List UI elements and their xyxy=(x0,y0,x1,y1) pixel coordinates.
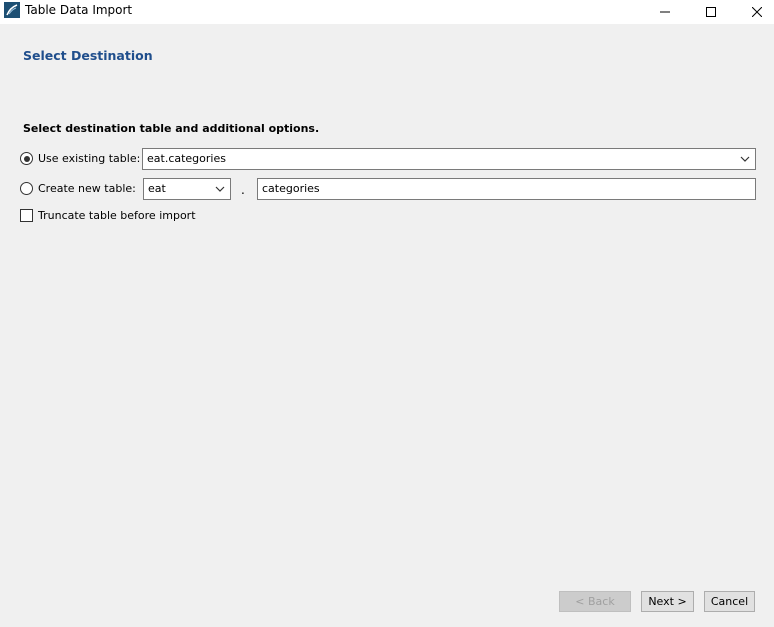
minimize-icon xyxy=(660,11,670,13)
close-button[interactable] xyxy=(734,0,774,24)
instructions-text: Select destination table and additional … xyxy=(23,122,320,135)
truncate-table-label[interactable]: Truncate table before import xyxy=(38,209,196,223)
next-button[interactable]: Next > xyxy=(641,591,694,612)
table-data-import-window: Table Data Import Select Destination Sel… xyxy=(0,0,774,627)
schema-value: eat xyxy=(148,182,166,195)
minimize-button[interactable] xyxy=(642,0,688,24)
schema-select[interactable]: eat xyxy=(143,178,231,200)
create-new-table-radio[interactable] xyxy=(20,182,33,195)
create-new-table-label[interactable]: Create new table: xyxy=(38,182,136,196)
new-table-name-input[interactable]: categories xyxy=(257,178,756,200)
existing-table-select[interactable]: eat.categories xyxy=(142,148,756,170)
title-bar[interactable]: Table Data Import xyxy=(0,0,774,24)
maximize-button[interactable] xyxy=(688,0,734,24)
back-button[interactable]: < Back xyxy=(559,591,631,612)
close-icon xyxy=(752,7,762,17)
use-existing-table-label[interactable]: Use existing table: xyxy=(38,152,140,166)
schema-table-separator: . xyxy=(241,183,245,197)
use-existing-table-radio[interactable] xyxy=(20,152,33,165)
new-table-name-value: categories xyxy=(262,182,320,195)
existing-table-value: eat.categories xyxy=(147,152,226,165)
window-title: Table Data Import xyxy=(25,3,133,17)
maximize-icon xyxy=(706,7,716,17)
cancel-button[interactable]: Cancel xyxy=(704,591,755,612)
chevron-down-icon xyxy=(215,186,225,192)
chevron-down-icon xyxy=(740,156,750,162)
mysql-workbench-app-icon xyxy=(4,2,20,18)
truncate-table-checkbox[interactable] xyxy=(20,209,33,222)
page-title: Select Destination xyxy=(23,48,153,63)
